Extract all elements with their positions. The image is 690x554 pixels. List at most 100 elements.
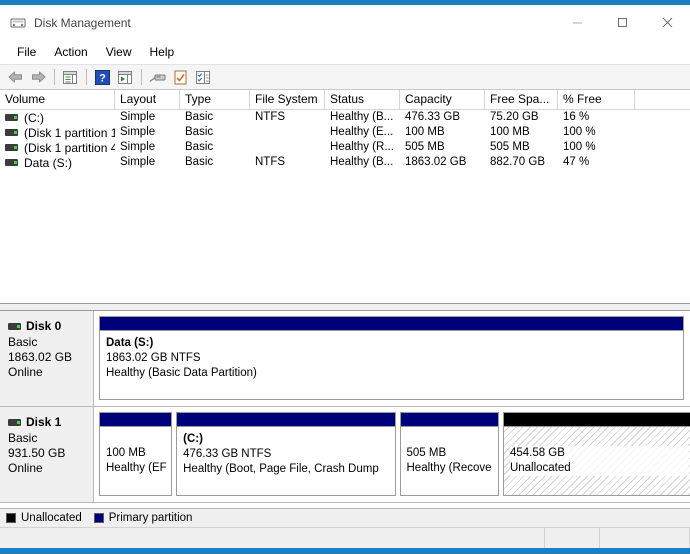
legend-bar: Unallocated Primary partition [0,508,690,527]
graphical-view-pane: Disk 0 Basic 1863.02 GB Online Data (S:)… [0,311,690,508]
volume-capacity: 1863.02 GB [405,156,467,168]
maximize-button[interactable] [600,5,645,40]
show-action-pane-icon[interactable] [192,67,214,87]
volume-percent-free: 16 % [563,111,590,123]
partition-status: Healthy (Recove [406,462,492,474]
partition-status: Healthy (Basic Data Partition) [106,367,257,379]
primary-partition-swatch-icon [93,513,104,523]
volume-drive-icon [5,114,18,121]
volume-type: Basic [185,126,214,138]
column-header-layout[interactable]: Layout [115,90,180,109]
volume-status: Healthy (E... [330,126,394,138]
properties-window-icon[interactable] [114,67,136,87]
menu-item-help[interactable]: Help [141,43,184,61]
minimize-button[interactable] [555,5,600,40]
volume-type: Basic [185,111,214,123]
disk-row-0[interactable]: Disk 0 Basic 1863.02 GB Online Data (S:)… [0,311,690,407]
menu-item-action[interactable]: Action [45,43,96,61]
partition-block[interactable]: 505 MB Healthy (Recove [399,412,499,496]
forward-arrow-icon[interactable] [27,67,49,87]
partition-block-unallocated[interactable]: 454.58 GB Unallocated [502,412,690,496]
volume-label: Data (S:) [24,155,73,170]
disk-name: Disk 1 [26,415,62,429]
partition-block[interactable]: 100 MB Healthy (EF [99,412,173,496]
toolbar-separator [86,69,87,85]
table-row[interactable]: (C:) Simple Basic NTFS Healthy (B... 476… [0,110,690,125]
legend-item-primary-partition: Primary partition [93,512,192,524]
status-segment-main [0,528,545,548]
volume-capacity: 505 MB [405,141,445,153]
column-header-type[interactable]: Type [180,90,250,109]
volume-drive-icon [5,159,18,166]
disk-management-window: Disk Management File Action View Help ? … [0,0,690,554]
column-header-file-system[interactable]: File System [250,90,325,109]
disk-info-0: Disk 0 Basic 1863.02 GB Online [0,311,94,406]
volume-layout: Simple [120,141,156,153]
column-header-status[interactable]: Status [325,90,400,109]
toolbar: ? [0,64,690,90]
volume-drive-icon [5,144,18,151]
partition-status: Healthy (Boot, Page File, Crash Dump [183,463,379,475]
back-arrow-icon[interactable] [4,67,26,87]
partition-size: 1863.02 GB NTFS [106,352,201,364]
volume-type: Basic [185,141,214,153]
column-header-volume[interactable]: Volume [0,90,115,109]
table-row[interactable]: (Disk 1 partition 4) Simple Basic Health… [0,140,690,155]
partition-details: (C:) 476.33 GB NTFS Healthy (Boot, Page … [177,427,394,495]
partition-details: Data (S:) 1863.02 GB NTFS Healthy (Basic… [100,331,683,399]
menu-item-file[interactable]: File [8,43,45,61]
volume-status: Healthy (R... [330,141,394,153]
volume-drive-icon [5,129,18,136]
partition-details: 100 MB Healthy (EF [100,427,171,495]
partition-size: 505 MB [406,447,447,459]
disk-icon [8,322,21,330]
volume-free-space: 75.20 GB [490,111,539,123]
menu-item-view[interactable]: View [97,43,141,61]
volume-name-cell: (C:) [0,111,115,125]
partition-size: 454.58 GB [509,446,689,461]
volume-list-pane: Volume Layout Type File System Status Ca… [0,90,690,303]
column-header-filler[interactable] [635,90,690,109]
volume-file-system: NTFS [255,156,286,168]
disk-type: Basic [8,431,38,445]
column-header-free-space[interactable]: Free Spa... [485,90,558,109]
volume-label: (Disk 1 partition 4) [24,140,115,155]
volume-status: Healthy (B... [330,156,394,168]
disk-type: Basic [8,335,38,349]
volume-list-header: Volume Layout Type File System Status Ca… [0,90,690,110]
volume-percent-free: 100 % [563,126,596,138]
menu-bar: File Action View Help [0,40,690,64]
rescan-disks-icon[interactable] [146,67,168,87]
title-bar: Disk Management [0,5,690,40]
table-row[interactable]: (Disk 1 partition 1) Simple Basic Health… [0,125,690,140]
volume-name-cell: (Disk 1 partition 4) [0,141,115,155]
disk-row-1[interactable]: Disk 1 Basic 931.50 GB Online 100 MB Hea… [0,407,690,503]
column-header-percent-free[interactable]: % Free [558,90,635,109]
help-icon[interactable]: ? [91,67,113,87]
window-controls [555,5,690,40]
status-bar [0,527,690,548]
volume-label: (C:) [24,110,44,125]
partition-title: Data (S:) [106,337,154,349]
pane-splitter[interactable] [0,303,690,311]
check-disk-icon[interactable] [169,67,191,87]
partition-block[interactable]: Data (S:) 1863.02 GB NTFS Healthy (Basic… [99,316,684,400]
disk-status: Online [8,365,43,379]
close-button[interactable] [645,5,690,40]
status-segment-2 [545,528,600,548]
disk-partitions-1: 100 MB Healthy (EF (C:) 476.33 GB NTFS H… [94,407,690,502]
volume-layout: Simple [120,111,156,123]
partition-status: Unallocated [509,461,689,476]
partition-color-bar [177,413,395,427]
partition-color-bar [503,413,690,427]
show-hide-console-tree-icon[interactable] [59,67,81,87]
volume-name-cell: Data (S:) [0,156,115,170]
table-row[interactable]: Data (S:) Simple Basic NTFS Healthy (B..… [0,155,690,170]
partition-block[interactable]: (C:) 476.33 GB NTFS Healthy (Boot, Page … [176,412,396,496]
column-header-capacity[interactable]: Capacity [400,90,485,109]
volume-status: Healthy (B... [330,111,394,123]
disk-partitions-0: Data (S:) 1863.02 GB NTFS Healthy (Basic… [94,311,690,406]
volume-percent-free: 100 % [563,141,596,153]
disk-icon [8,418,21,426]
partition-color-bar [100,317,683,331]
